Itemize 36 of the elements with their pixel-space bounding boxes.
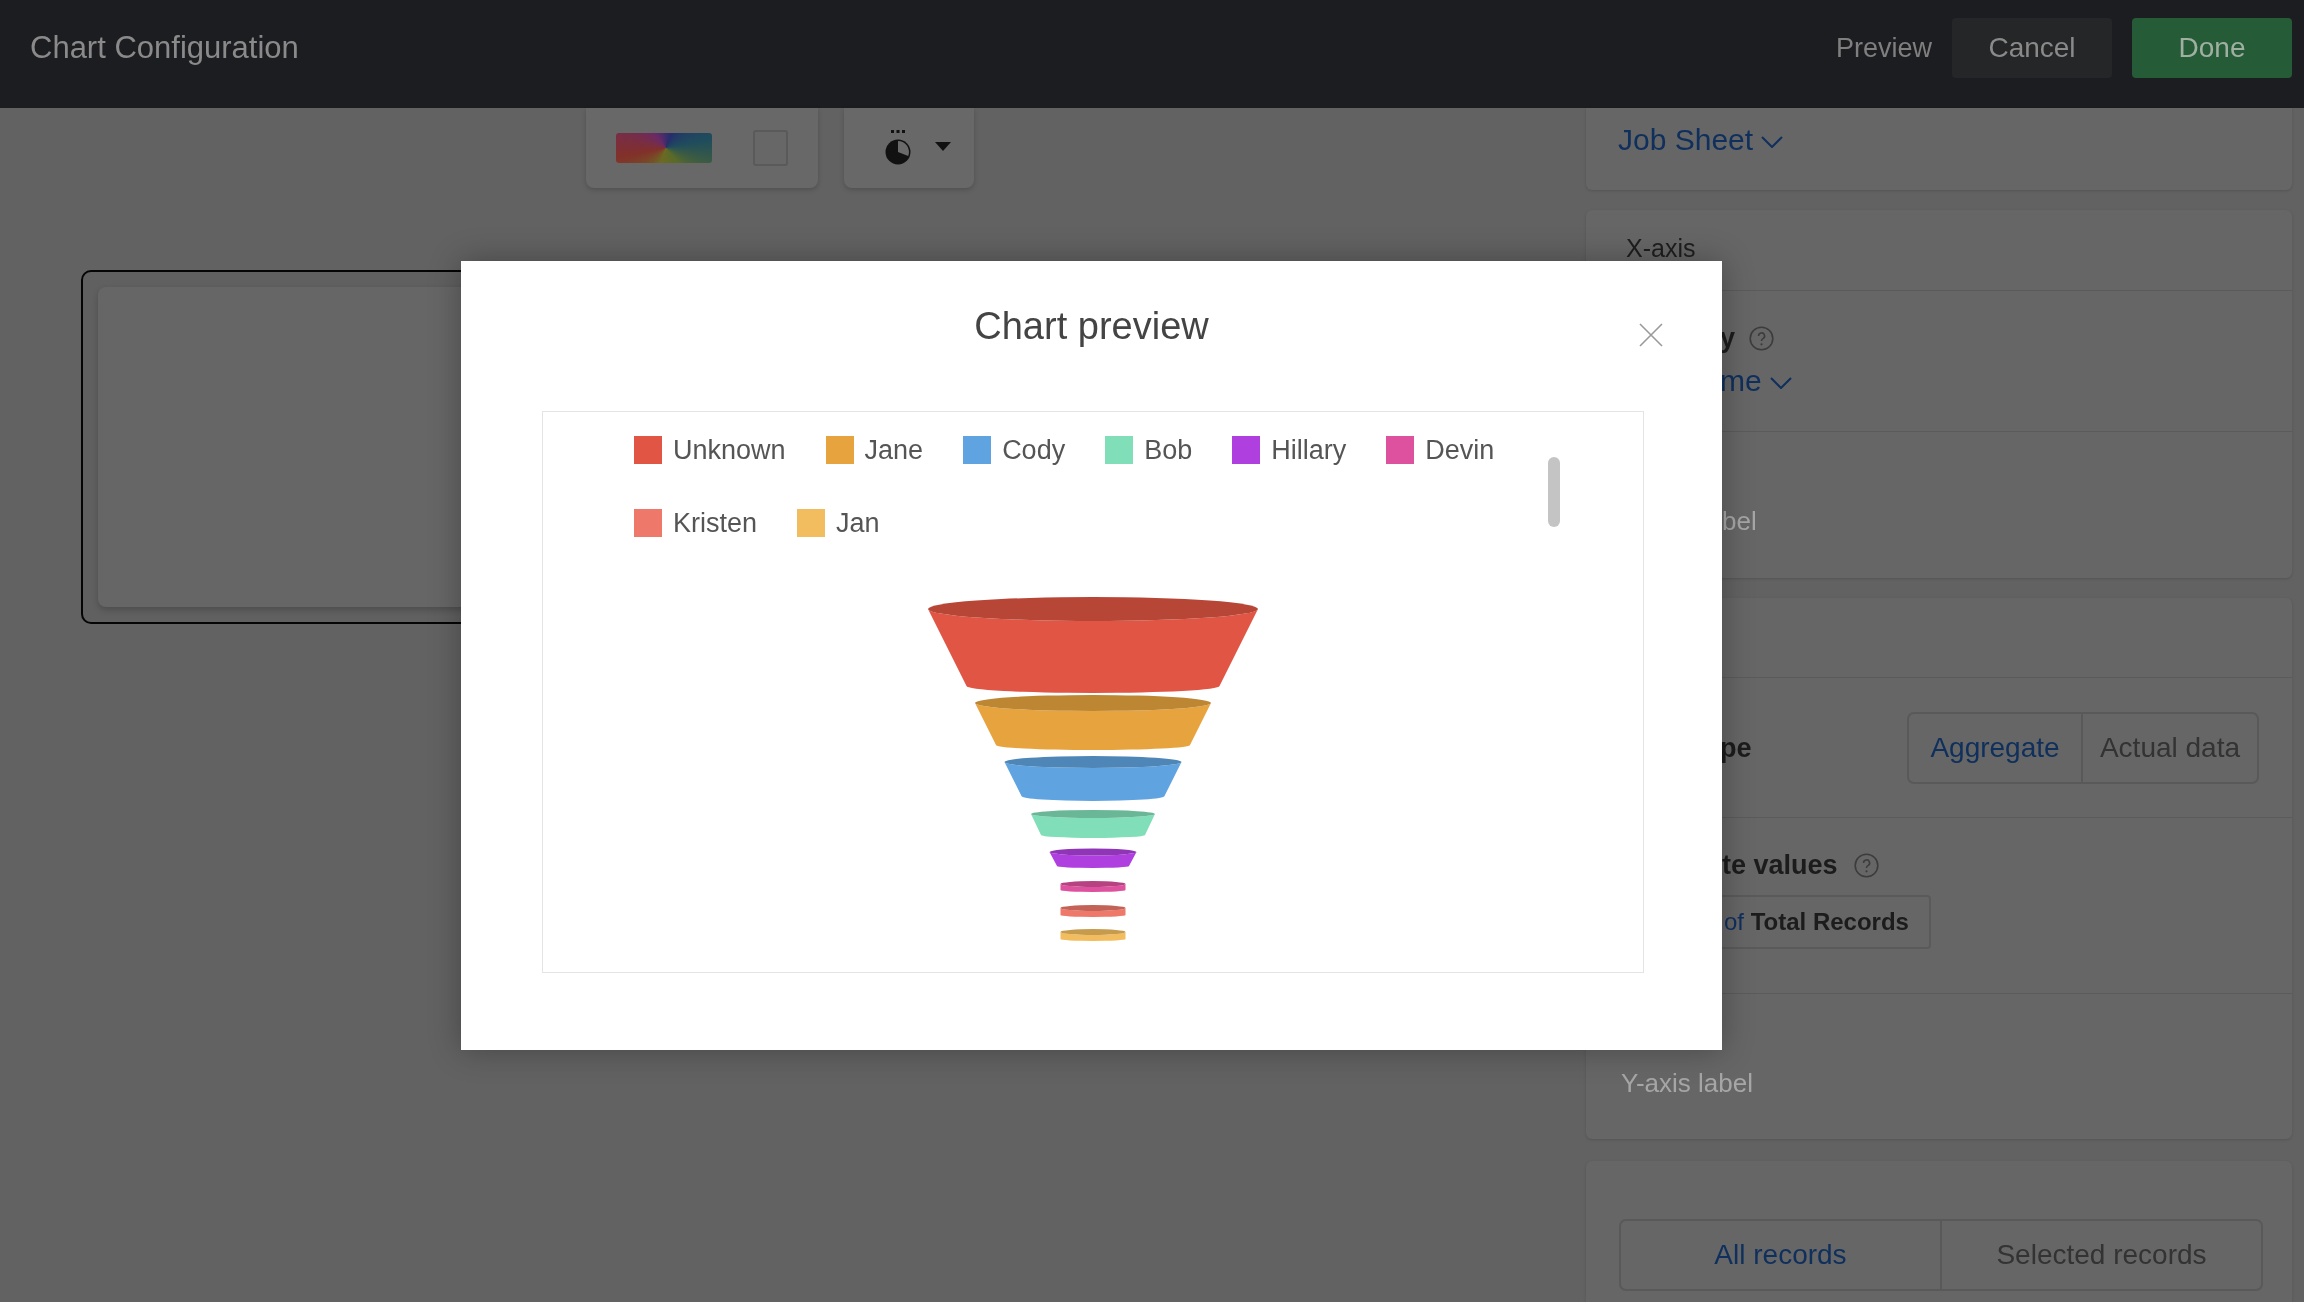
source-dropdown[interactable]: Job Sheet (1618, 122, 1784, 158)
legend-label[interactable]: Cody (1002, 434, 1066, 466)
legend-label[interactable]: Kristen (673, 507, 758, 539)
pie-chart-icon[interactable] (884, 129, 912, 167)
scrollbar-thumb[interactable] (1548, 457, 1560, 527)
funnel-segment (1060, 905, 1126, 917)
help-icon[interactable] (1749, 325, 1775, 351)
primary-button[interactable]: Done (2132, 18, 2292, 78)
legend-label[interactable]: Devin (1425, 434, 1495, 466)
label-input[interactable]: bel (1722, 503, 2262, 539)
label-input[interactable]: Y-axis label (1621, 1065, 2262, 1101)
page-title: Chart Configuration (30, 29, 299, 67)
chevron-down-icon (1761, 136, 1784, 148)
legend-label[interactable]: Jane (864, 434, 924, 466)
field-label: te values (1722, 849, 1838, 881)
segment-option[interactable]: Aggregate (1909, 713, 2081, 782)
field-dropdown[interactable]: me (1720, 363, 1792, 399)
funnel-segment (1060, 881, 1126, 892)
legend-label[interactable]: Bob (1144, 434, 1193, 466)
modal-title: Chart preview (974, 304, 1209, 348)
chevron-down-icon (1769, 377, 1792, 389)
legend-label[interactable]: Hillary (1271, 434, 1347, 466)
legend-label[interactable]: Jan (836, 507, 880, 539)
field-label: y (1720, 322, 1736, 354)
secondary-button[interactable]: Cancel (1952, 18, 2112, 78)
text-button[interactable]: Preview (1835, 18, 1932, 78)
legend-label[interactable]: Unknown (673, 434, 786, 466)
gradient-swatch-icon[interactable] (616, 133, 712, 163)
funnel-segment (1060, 929, 1126, 941)
caret-down-icon[interactable] (935, 142, 951, 151)
close-button[interactable] (1639, 323, 1663, 347)
segment-option[interactable]: All records (1621, 1221, 1940, 1289)
close-icon (1639, 323, 1663, 347)
field-label: pe (1720, 731, 1752, 764)
help-icon[interactable] (1853, 852, 1879, 878)
section-title: X-axis (1626, 234, 1696, 262)
